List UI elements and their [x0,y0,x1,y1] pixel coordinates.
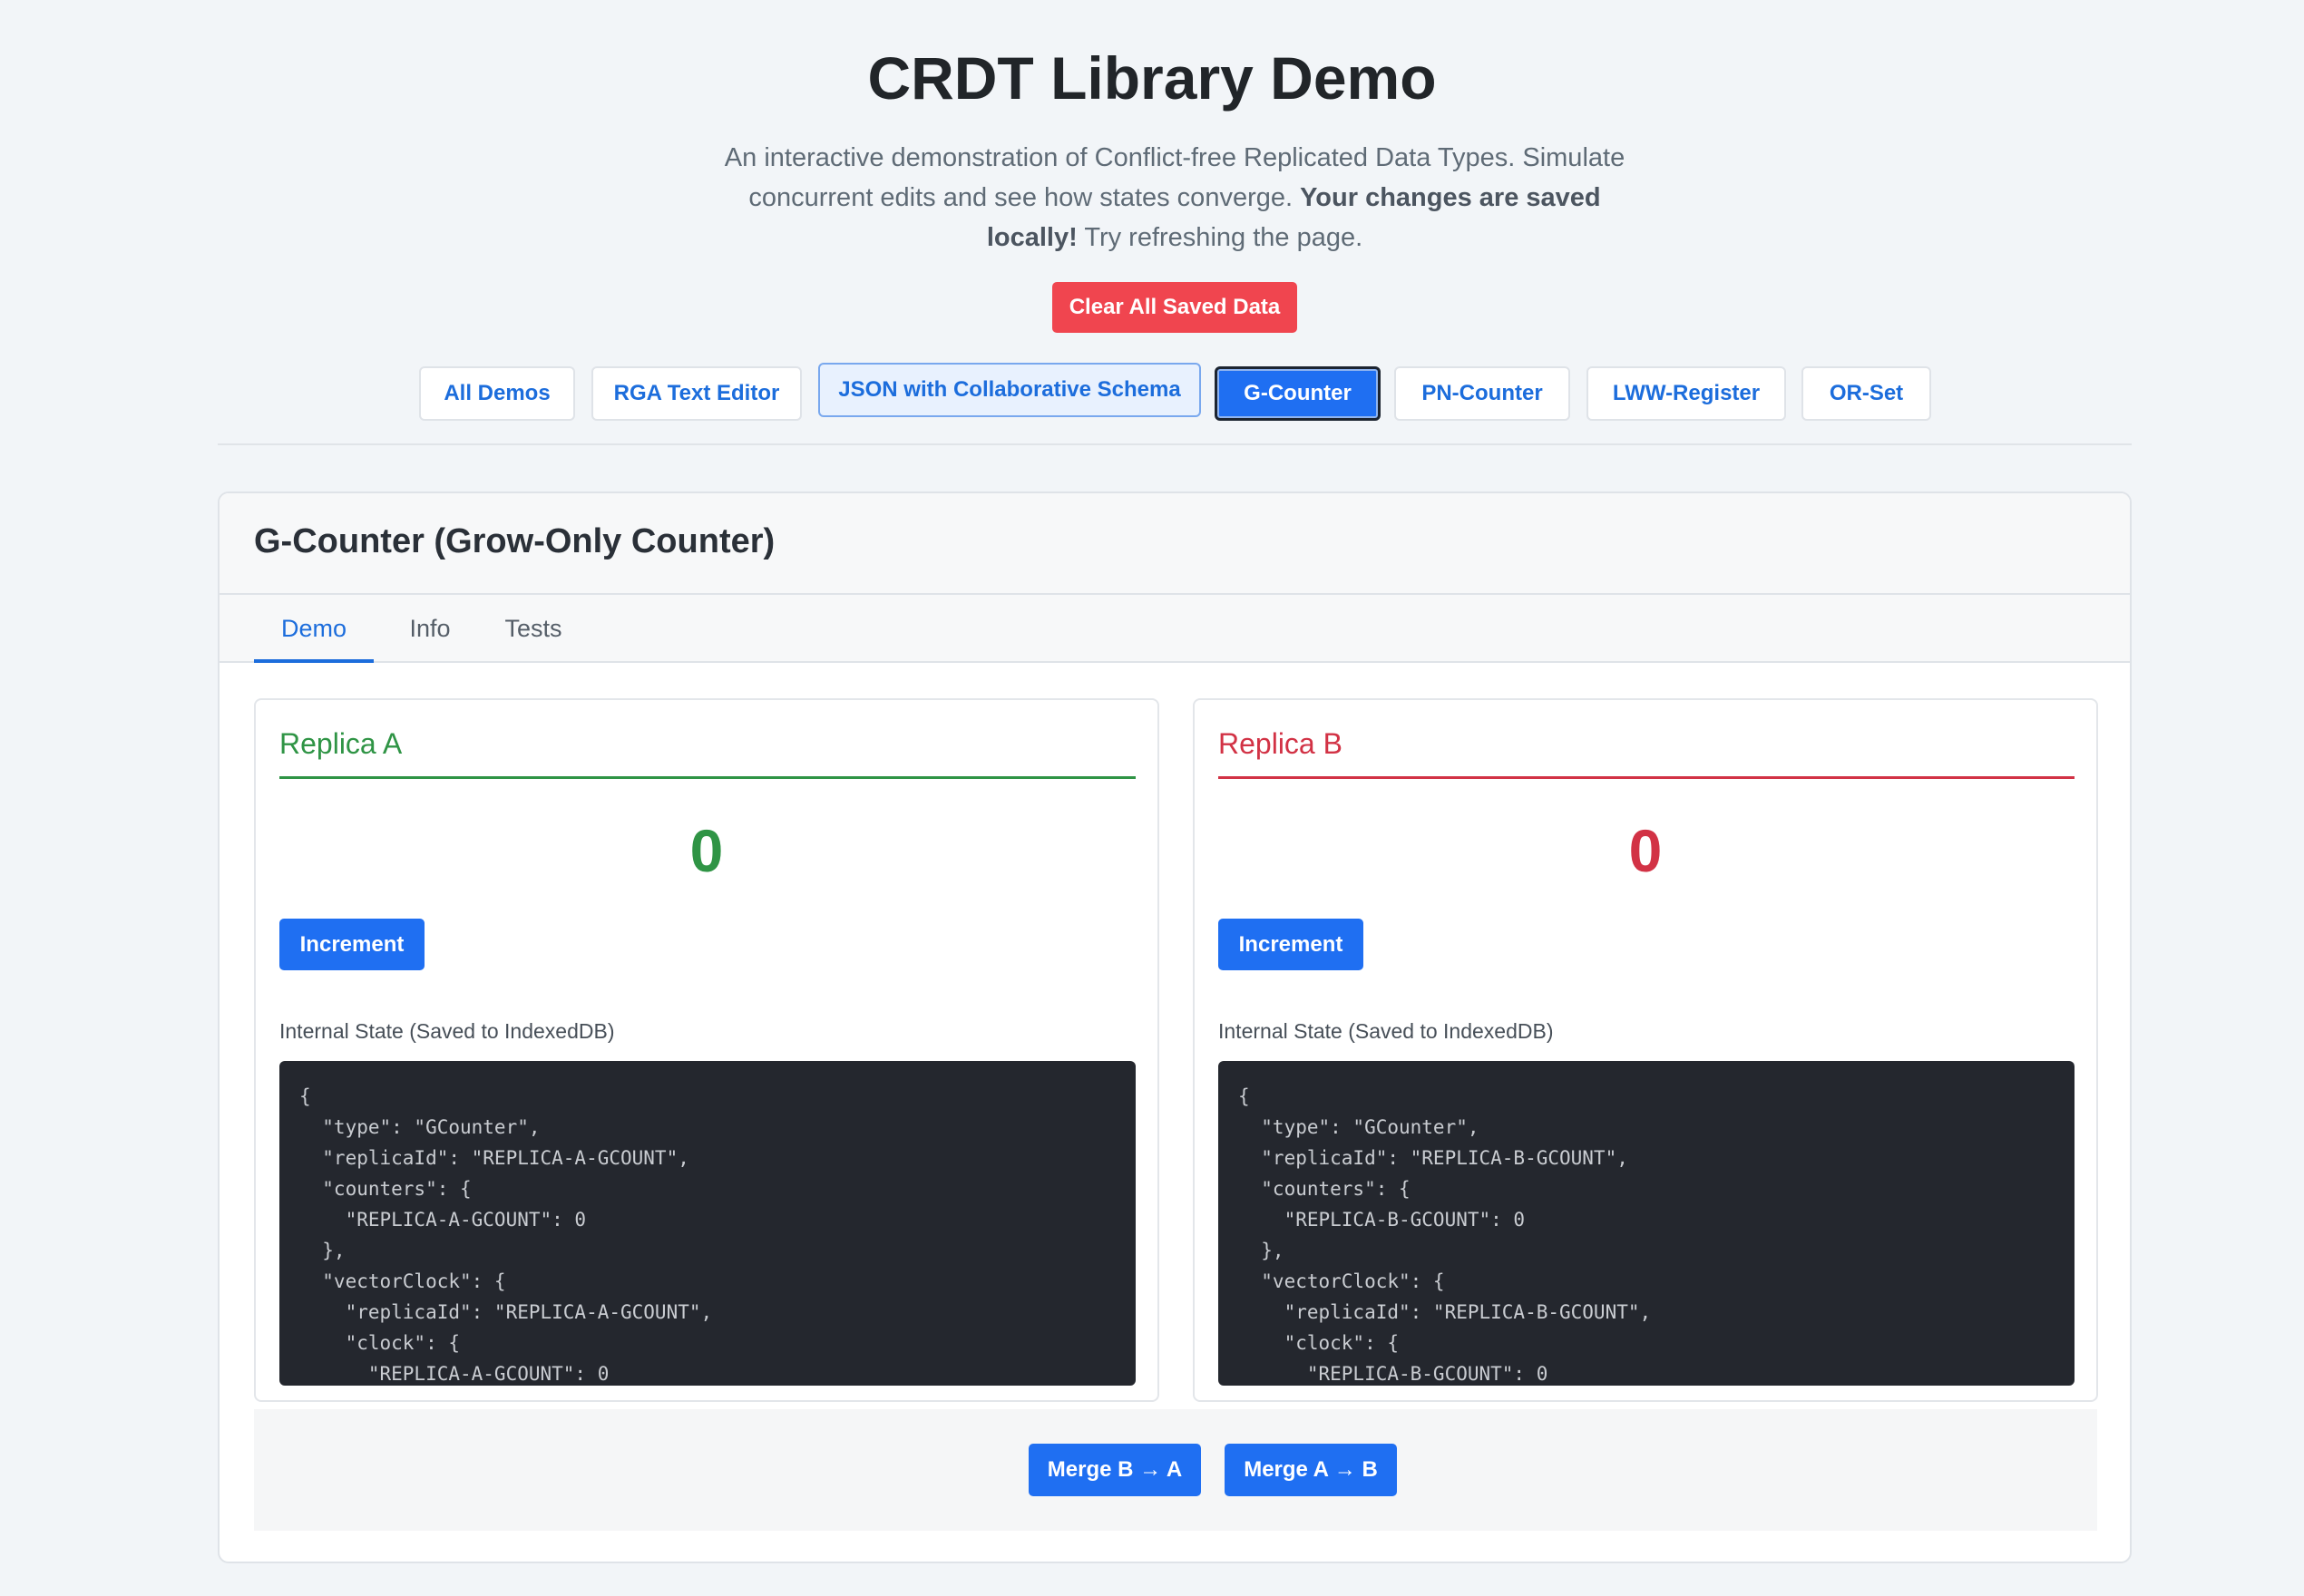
page-intro: An interactive demonstration of Conflict… [708,138,1642,258]
nav-rga-text-editor[interactable]: RGA Text Editor [591,366,802,421]
card-header: G-Counter (Grow-Only Counter) [220,493,2130,595]
replica-b-value: 0 [1628,817,1663,884]
intro-tail: Try refreshing the page. [1084,223,1363,252]
nav-json-collaborative-schema[interactable]: JSON with Collaborative Schema [818,363,1201,417]
replica-a-panel: Replica A 0 Increment Internal State (Sa… [254,698,1159,1402]
merge-a-to-b-button[interactable]: Merge A → B [1225,1444,1397,1496]
page-title: CRDT Library Demo [867,44,1437,112]
replica-b-divider [1218,776,2075,779]
replica-a-state-label: Internal State (Saved to IndexedDB) [279,1019,615,1043]
nav-g-counter[interactable]: G-Counter [1215,366,1381,421]
nav-lww-register[interactable]: LWW-Register [1586,366,1786,421]
replica-a-increment-button[interactable]: Increment [279,919,425,970]
replica-a-state-json[interactable]: { "type": "GCounter", "replicaId": "REPL… [279,1061,1136,1386]
card-tabs: Demo Info Tests [220,595,2130,663]
nav-all-demos[interactable]: All Demos [419,366,575,421]
replica-b-state-label: Internal State (Saved to IndexedDB) [1218,1019,1554,1043]
tab-tests[interactable]: Tests [488,595,579,663]
replica-a-value: 0 [689,817,724,884]
g-counter-card: G-Counter (Grow-Only Counter) Demo Info … [218,491,2132,1563]
tab-info[interactable]: Info [390,595,470,663]
replica-a-name: Replica A [279,727,403,760]
nav-or-set[interactable]: OR-Set [1801,366,1931,421]
replica-a-divider [279,776,1136,779]
replica-b-panel: Replica B 0 Increment Internal State (Sa… [1193,698,2098,1402]
card-title: G-Counter (Grow-Only Counter) [254,522,776,560]
merge-b-to-a-button[interactable]: Merge B → A [1029,1444,1201,1496]
clear-saved-data-button[interactable]: Clear All Saved Data [1052,282,1297,333]
merge-bar: Merge B → A Merge A → B [254,1409,2097,1531]
replica-b-name: Replica B [1218,727,1342,760]
nav-divider [218,443,2132,445]
nav-pn-counter[interactable]: PN-Counter [1394,366,1570,421]
replica-b-state-json[interactable]: { "type": "GCounter", "replicaId": "REPL… [1218,1061,2075,1386]
replica-b-increment-button[interactable]: Increment [1218,919,1363,970]
tab-demo[interactable]: Demo [254,595,374,663]
